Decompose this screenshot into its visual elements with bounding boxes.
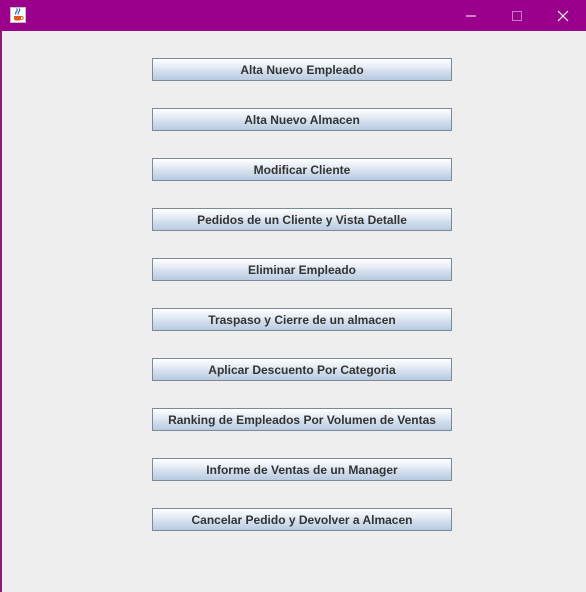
main-panel: Alta Nuevo Empleado Alta Nuevo Almacen M… bbox=[2, 31, 586, 592]
ranking-empleados-button[interactable]: Ranking de Empleados Por Volumen de Vent… bbox=[152, 408, 452, 431]
minimize-button[interactable] bbox=[448, 0, 494, 31]
modificar-cliente-button[interactable]: Modificar Cliente bbox=[152, 158, 452, 181]
title-bar[interactable] bbox=[0, 0, 586, 31]
pedidos-cliente-detalle-button[interactable]: Pedidos de un Cliente y Vista Detalle bbox=[152, 208, 452, 231]
minimize-icon bbox=[466, 15, 476, 16]
maximize-icon bbox=[512, 10, 522, 21]
traspaso-cierre-almacen-button[interactable]: Traspaso y Cierre de un almacen bbox=[152, 308, 452, 331]
maximize-button[interactable] bbox=[494, 0, 540, 31]
close-button[interactable] bbox=[540, 0, 586, 31]
alta-nuevo-empleado-button[interactable]: Alta Nuevo Empleado bbox=[152, 58, 452, 81]
aplicar-descuento-button[interactable]: Aplicar Descuento Por Categoria bbox=[152, 358, 452, 381]
cancelar-pedido-button[interactable]: Cancelar Pedido y Devolver a Almacen bbox=[152, 508, 452, 531]
close-icon bbox=[557, 10, 569, 21]
alta-nuevo-almacen-button[interactable]: Alta Nuevo Almacen bbox=[152, 108, 452, 131]
informe-ventas-manager-button[interactable]: Informe de Ventas de un Manager bbox=[152, 458, 452, 481]
java-cup-icon bbox=[10, 7, 26, 23]
eliminar-empleado-button[interactable]: Eliminar Empleado bbox=[152, 258, 452, 281]
